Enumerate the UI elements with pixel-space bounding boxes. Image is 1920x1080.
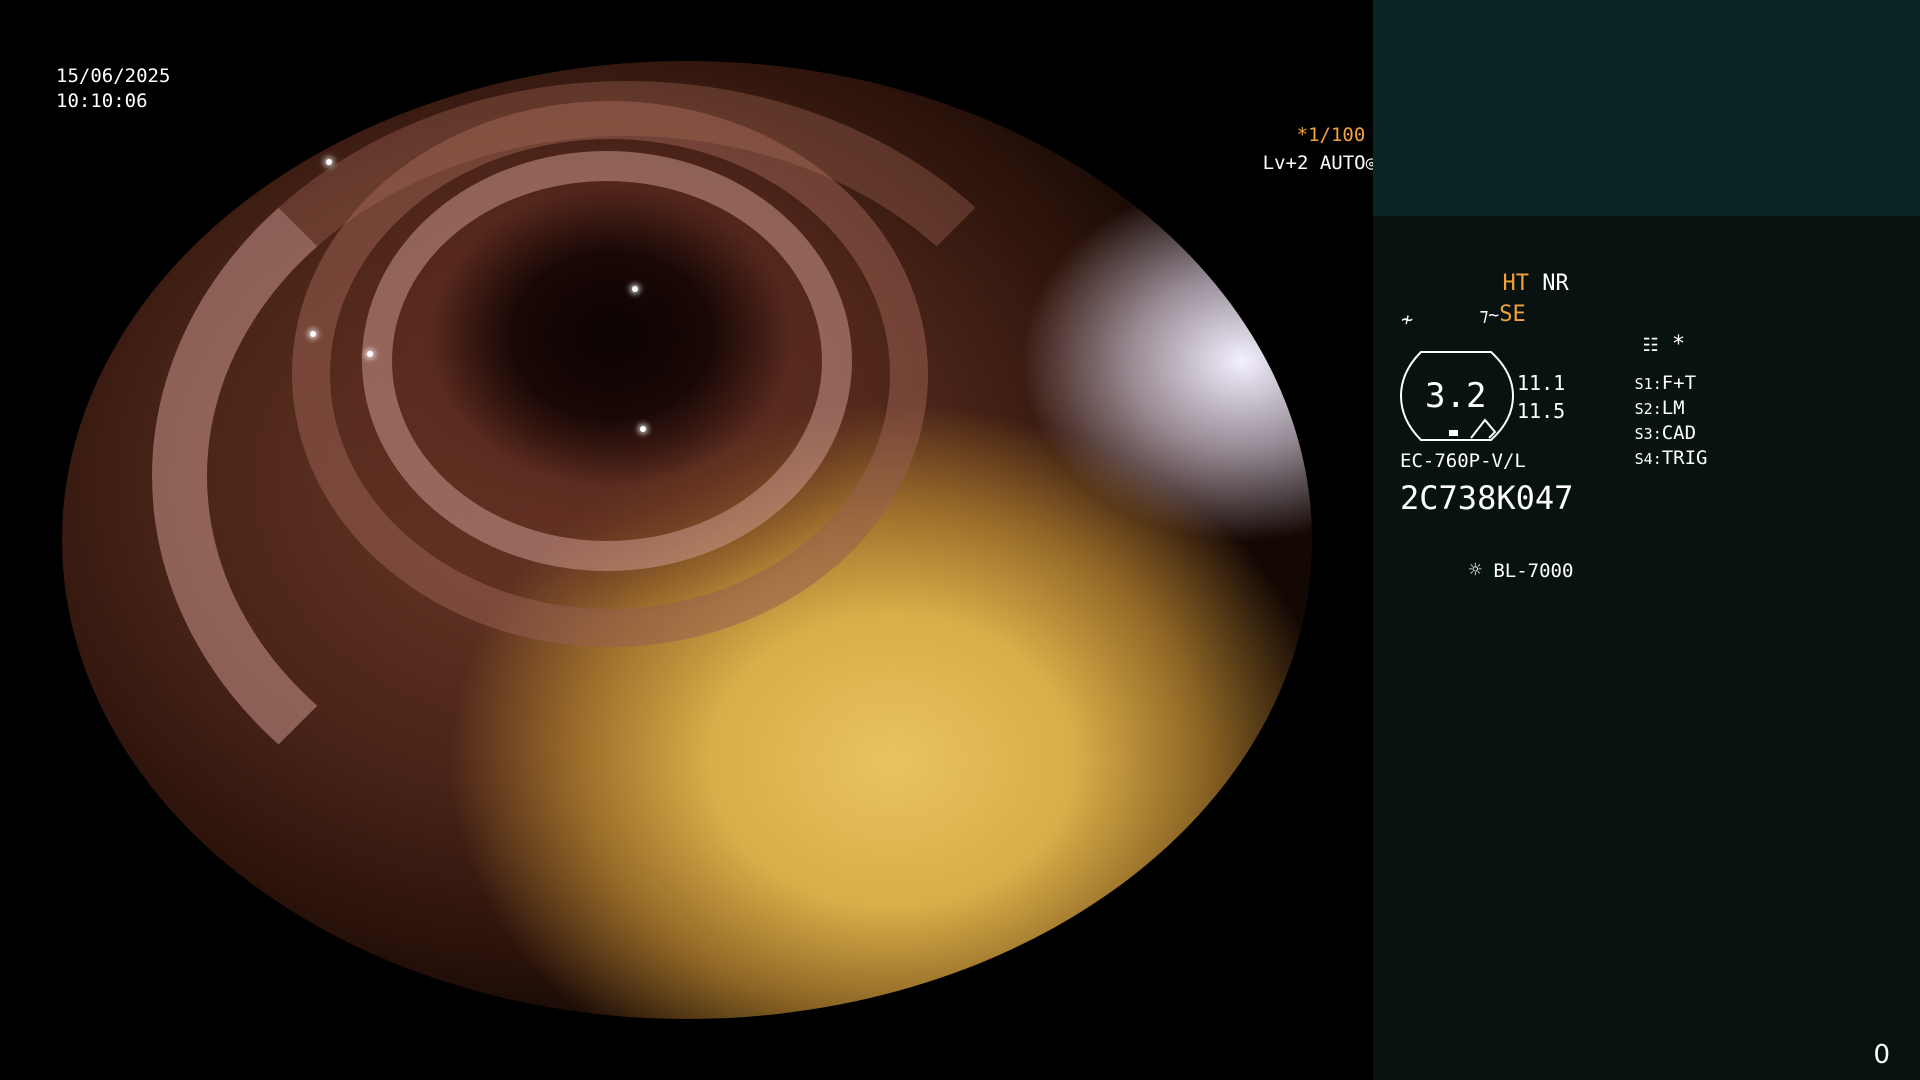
light-source-model: BL-7000 [1493, 560, 1574, 582]
frame-counter: 0 [1873, 1040, 1890, 1070]
light-source-icon: ☼ [1468, 558, 1482, 583]
value-top: 11.1 [1517, 371, 1566, 395]
endoscope-view: 15/06/2025 10:10:06 *1/100 ⊛ Lv+2 AUTO◎ [0, 0, 1373, 1080]
zoom-indicator-wedge [1470, 418, 1497, 439]
date-readout: 15/06/2025 [56, 65, 171, 87]
auto-iris-icon: ◎ [1365, 152, 1373, 174]
value-bottom: 11.5 [1517, 399, 1566, 423]
panel-header-area [1373, 0, 1920, 216]
gamma-icon: ≁ [1401, 307, 1414, 331]
zoom-value: 3.2 [1425, 376, 1487, 416]
se-mode-label: SE [1499, 302, 1526, 327]
scope-model: EC-760P-V/L [1400, 450, 1526, 472]
mucosal-fold [292, 101, 928, 647]
brightness-level-value: Lv+2 AUTO [1262, 152, 1366, 174]
switch-row-4: S4:TRIG [1566, 422, 1708, 495]
switch-key: S4: [1634, 450, 1662, 468]
nr-mode-label: NR [1542, 271, 1569, 296]
endoscope-image [62, 61, 1312, 1019]
brightness-level-readout: Lv+2 AUTO◎ [1194, 127, 1373, 199]
enhancement-row: ⁊~SE [1400, 276, 1526, 355]
specular-highlight [367, 351, 373, 357]
switch-value: TRIG [1661, 447, 1708, 469]
specular-highlight [310, 331, 316, 337]
light-source-row: ☼ BL-7000 [1400, 532, 1574, 610]
zoom-indicator-block [1449, 430, 1458, 436]
scope-serial: 2C738K047 [1400, 479, 1574, 517]
specular-highlight [632, 286, 638, 292]
specular-highlight [326, 159, 332, 165]
info-panel: HT NR ⁊~SE ≁ ☷ * 3.2 11.1 11.5 S1:F+T S2… [1373, 0, 1920, 1080]
time-readout: 10:10:06 [56, 90, 148, 112]
enhancement-icon: ⁊~ [1479, 305, 1500, 326]
mucosal-fold [362, 151, 852, 571]
specular-highlight [640, 426, 646, 432]
endoscopy-screen: 15/06/2025 10:10:06 *1/100 ⊛ Lv+2 AUTO◎ … [0, 0, 1920, 1080]
mucosal-fold [152, 81, 1102, 871]
